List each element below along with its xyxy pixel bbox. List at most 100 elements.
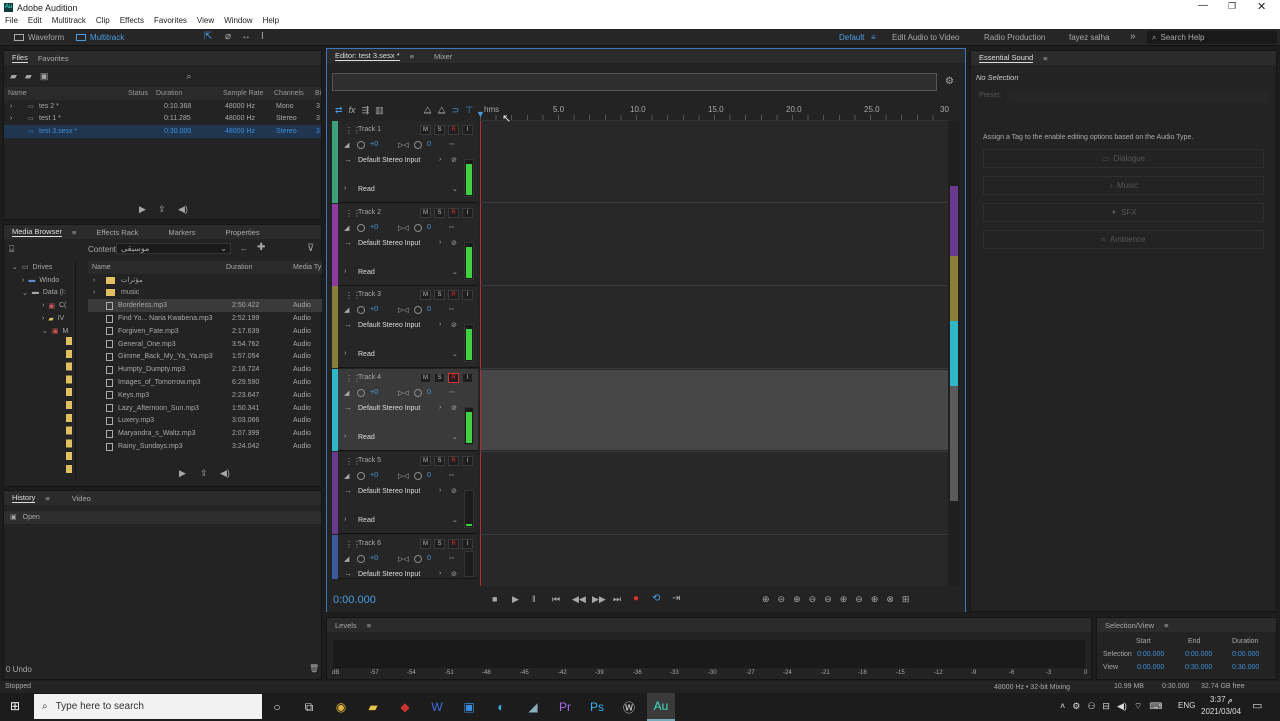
track-header[interactable]: ⋮⋮ Track 2 M S R I ◢ +0 ▷◁ 0 ◦◦ → Defaul… — [332, 204, 478, 286]
clock-date[interactable]: 2021/03/04 — [1201, 707, 1241, 716]
pan-value[interactable]: 0 — [427, 224, 431, 231]
trash-icon[interactable]: 🗑 — [309, 664, 319, 673]
input-chevron-icon[interactable]: › — [439, 239, 441, 246]
track-input-select[interactable]: Default Stereo Input — [358, 157, 420, 164]
play-preview-icon[interactable]: ▶ — [139, 204, 146, 215]
media-file-row[interactable]: Images_of_Tomorrow.mp3 6:29.590 Audio — [88, 376, 322, 389]
menu-effects[interactable]: Effects — [115, 15, 149, 29]
solo-button[interactable]: S — [434, 125, 445, 135]
volume-value[interactable]: +0 — [370, 306, 378, 313]
history-item[interactable]: ▣ Open — [4, 511, 321, 524]
sfx-button[interactable]: ✦ SFX — [983, 203, 1264, 222]
stop-icon[interactable]: ■ — [492, 594, 497, 604]
tree-item[interactable]: › ▰ IV — [4, 312, 75, 325]
app-icon[interactable]: ◢ — [519, 693, 547, 721]
stereo-icon[interactable]: ◦◦ — [449, 555, 454, 562]
selection-duration[interactable]: 0:00.000 — [1232, 651, 1259, 658]
music-button[interactable]: ♪ Music — [983, 176, 1264, 195]
volume-value[interactable]: +0 — [370, 472, 378, 479]
record-arm-button[interactable]: R — [448, 539, 459, 549]
automation-mode-select[interactable]: Read — [358, 351, 375, 358]
file-explorer-icon[interactable]: ▰ — [359, 693, 387, 721]
tab-levels[interactable]: Levels — [335, 621, 357, 630]
speaker-icon[interactable]: ◀) — [1117, 701, 1127, 712]
slip-tool-icon[interactable]: ↔ — [241, 31, 251, 42]
menu-view[interactable]: View — [192, 15, 219, 29]
drives-icon[interactable]: ⌸ — [9, 244, 14, 255]
selection-start[interactable]: 0:00.000 — [1137, 651, 1164, 658]
current-time-display[interactable]: 0:00.000 — [333, 594, 376, 606]
eq-icon[interactable]: ▥ — [375, 105, 384, 116]
tree-item[interactable]: ⌄ ▬ Data (I: — [4, 287, 75, 300]
monitor-input-button[interactable]: I — [462, 539, 473, 549]
new-file-icon[interactable]: ▣ — [40, 71, 49, 82]
volume-knob[interactable] — [357, 555, 365, 563]
track-name[interactable]: Track 3 — [358, 291, 381, 298]
volume-value[interactable]: +0 — [370, 555, 378, 562]
volume-knob[interactable] — [357, 389, 365, 397]
filter-search-icon[interactable]: ⌕ — [186, 71, 191, 82]
time-selection-tool-icon[interactable]: I — [261, 31, 264, 42]
mute-button[interactable]: M — [420, 539, 431, 549]
input-chevron-icon[interactable]: › — [439, 570, 441, 577]
play-preview-icon[interactable]: ▶ — [179, 468, 186, 479]
media-file-row[interactable]: Luxery.mp3 3:03.066 Audio — [88, 415, 322, 428]
play-icon[interactable]: ▶ — [512, 594, 519, 605]
pan-value[interactable]: 0 — [427, 389, 431, 396]
pan-knob[interactable] — [414, 472, 422, 480]
audition-taskbar-icon[interactable]: Au — [647, 693, 675, 721]
workspace-fayez-salha[interactable]: fayez salha — [1069, 33, 1109, 42]
phase-icon[interactable]: ⊘ — [451, 487, 457, 495]
go-to-end-icon[interactable]: ⏭ — [613, 594, 621, 605]
media-file-row[interactable]: Rainy_Sundays.mp3 3:24.042 Audio — [88, 440, 322, 453]
automation-mode-select[interactable]: Read — [358, 269, 375, 276]
loop-icon[interactable]: ⟲ — [652, 593, 660, 604]
record-icon[interactable]: ● — [633, 593, 639, 604]
solo-button[interactable]: S — [434, 208, 445, 218]
selection-end[interactable]: 0:00.000 — [1185, 651, 1212, 658]
more-workspaces-icon[interactable]: » — [1130, 31, 1136, 42]
panel-menu-icon[interactable]: ≡ — [367, 621, 371, 630]
panel-menu-icon[interactable]: ≡ — [45, 494, 49, 503]
snapping-icon[interactable]: ⊃ — [452, 105, 460, 116]
media-file-row[interactable]: Forgiven_Fate.mp3 2:17.639 Audio — [88, 325, 322, 338]
volume-knob[interactable] — [357, 472, 365, 480]
insert-icon[interactable]: ⇪ — [158, 204, 166, 215]
track-header[interactable]: ⋮⋮ Track 3 M S R I ◢ +0 ▷◁ 0 ◦◦ → Defaul… — [332, 286, 478, 368]
phase-icon[interactable]: ⊘ — [451, 156, 457, 164]
track-header[interactable]: ⋮⋮ Track 4 M S R I ◢ +0 ▷◁ 0 ◦◦ → Defaul… — [332, 369, 478, 451]
media-file-row[interactable]: Maryandra_s_Waltz.mp3 2:07.399 Audio — [88, 427, 322, 440]
task-view-icon[interactable]: ⧉ — [295, 693, 323, 721]
media-col-name[interactable]: Name — [92, 264, 111, 271]
solo-button[interactable]: S — [434, 456, 445, 466]
files-col-samplerate[interactable]: Sample Rate — [223, 90, 263, 97]
marker-icon[interactable]: ⊤ — [465, 105, 473, 116]
menu-favorites[interactable]: Favorites — [149, 15, 192, 29]
tree-item[interactable]: › ▬ Windo — [4, 274, 75, 287]
tray-app-icon[interactable]: ⚙ — [1072, 701, 1080, 712]
pan-knob[interactable] — [414, 389, 422, 397]
media-file-row[interactable]: Gimme_Back_My_Ya_Ya.mp3 1:57.054 Audio — [88, 351, 322, 364]
record-arm-button[interactable]: R — [448, 290, 459, 300]
menu-file[interactable]: File — [0, 15, 23, 29]
stereo-icon[interactable]: ◦◦ — [449, 389, 454, 396]
tab-essential-sound[interactable]: Essential Sound — [979, 53, 1034, 63]
wordpress-icon[interactable]: Ⓦ — [615, 693, 643, 721]
tree-item[interactable]: ⌄ ▣ M — [4, 325, 75, 338]
pan-value[interactable]: 0 — [427, 555, 431, 562]
track-name[interactable]: Track 1 — [358, 126, 381, 133]
zoom-out-point-icon[interactable]: ⊖ — [855, 594, 863, 605]
volume-knob[interactable] — [357, 141, 365, 149]
volume-value[interactable]: +0 — [370, 224, 378, 231]
metronome-icon[interactable]: ⧋ — [424, 105, 432, 116]
dropdown-chevron-icon[interactable]: ⌄ — [452, 516, 458, 524]
view-end[interactable]: 0:30.000 — [1185, 664, 1212, 671]
move-tool-icon[interactable]: ⇱ — [204, 31, 212, 42]
stereo-icon[interactable]: ◦◦ — [449, 472, 454, 479]
file-row[interactable]: › ▭ tes 2 * 0:10.368 48000 Hz Mono 3 — [4, 100, 321, 113]
preset-dropdown[interactable] — [1009, 92, 1268, 102]
zoom-out-full-icon[interactable]: ⊖ — [824, 594, 832, 605]
menu-multitrack[interactable]: Multitrack — [47, 15, 91, 29]
mute-button[interactable]: M — [420, 456, 431, 466]
timeline-ruler[interactable]: hms 5.0 10.0 15.0 20.0 25.0 30 ▼ — [476, 103, 949, 121]
